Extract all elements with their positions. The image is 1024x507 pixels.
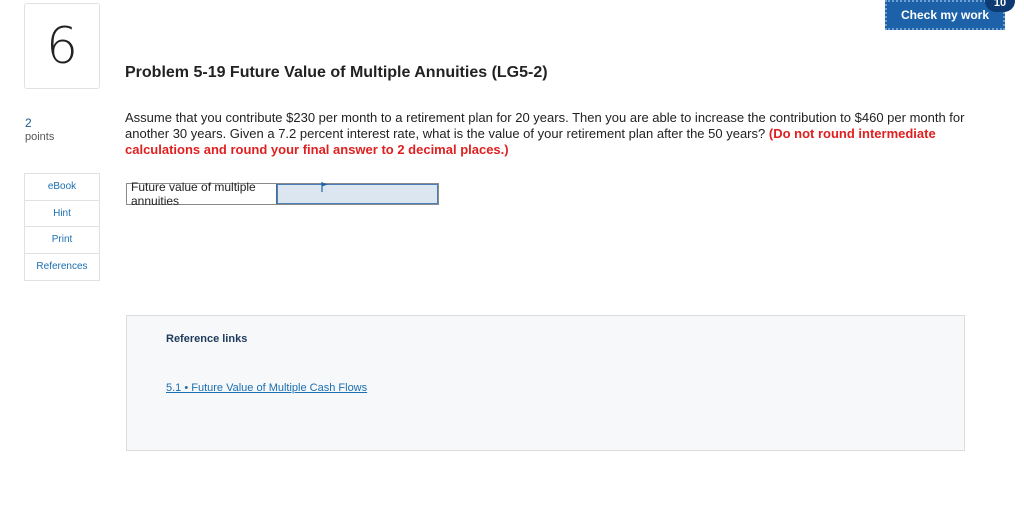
points-value: 2 (25, 116, 32, 130)
reference-links-panel: Reference links 5.1 • Future Value of Mu… (126, 315, 965, 451)
problem-statement: Assume that you contribute $230 per mont… (125, 110, 990, 158)
references-link[interactable]: References (25, 254, 99, 281)
question-tools: eBook Hint Print References (24, 173, 100, 281)
points-block: 2 points (25, 116, 54, 144)
answer-input[interactable] (277, 184, 438, 204)
problem-title: Problem 5-19 Future Value of Multiple An… (125, 64, 548, 81)
ebook-link[interactable]: eBook (25, 174, 99, 201)
flag-icon (321, 182, 328, 192)
answer-row: Future value of multiple annuities (126, 180, 439, 208)
print-link[interactable]: Print (25, 227, 99, 254)
reference-link[interactable]: 5.1 • Future Value of Multiple Cash Flow… (166, 382, 367, 394)
answer-label: Future value of multiple annuities (127, 180, 277, 208)
hint-link[interactable]: Hint (25, 201, 99, 227)
question-number: 6 (24, 3, 100, 89)
check-count-badge: 10 (985, 0, 1015, 12)
reference-links-title: Reference links (166, 333, 248, 345)
points-label: points (25, 131, 55, 143)
